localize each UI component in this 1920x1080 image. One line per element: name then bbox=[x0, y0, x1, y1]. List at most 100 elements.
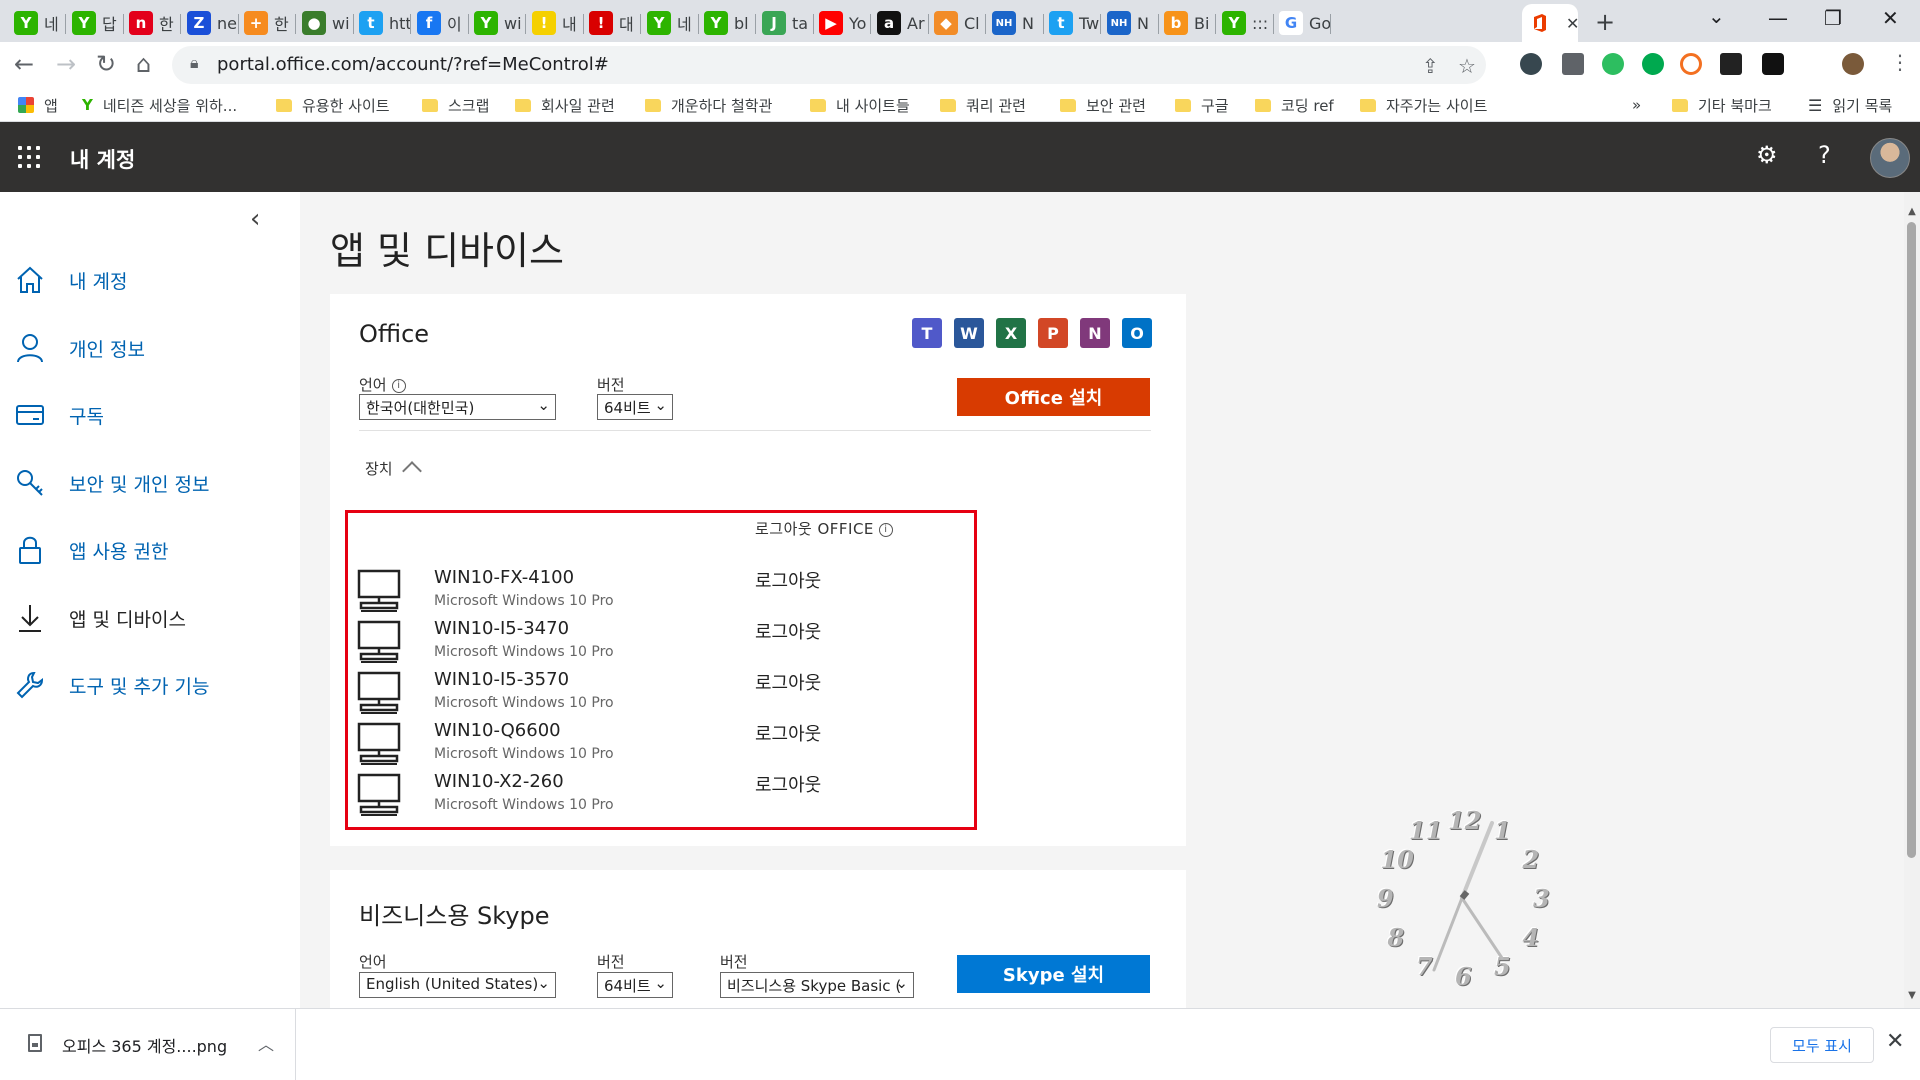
nav-item[interactable]: 구독 bbox=[0, 387, 300, 443]
browser-tab[interactable]: Y네 bbox=[8, 4, 66, 42]
browser-tab[interactable]: NH N bbox=[986, 4, 1044, 42]
browser-tab[interactable]: f이 bbox=[411, 4, 469, 42]
word-icon: W bbox=[954, 318, 984, 348]
nav-item[interactable]: 앱 사용 권한 bbox=[0, 522, 300, 578]
bookmark-item[interactable]: 쿼리 관련 bbox=[940, 94, 1026, 116]
extension-green-icon[interactable] bbox=[1642, 53, 1664, 75]
skype-install-button[interactable]: Skype 설치 bbox=[957, 955, 1150, 993]
scroll-down-icon[interactable]: ▼ bbox=[1904, 990, 1920, 1001]
close-download-bar-icon[interactable]: ✕ bbox=[1886, 1029, 1904, 1054]
browser-tab[interactable]: Y::: bbox=[1216, 4, 1274, 42]
extension-binary-icon[interactable] bbox=[1720, 53, 1742, 75]
tab-office-active[interactable]: ✕ bbox=[1522, 4, 1578, 42]
signout-link[interactable]: 로그아웃 bbox=[755, 669, 821, 695]
url-text[interactable]: portal.office.com/account/?ref=MeControl… bbox=[217, 54, 609, 75]
info-icon[interactable]: i bbox=[878, 523, 893, 537]
nav-item[interactable]: 내 계정 bbox=[0, 252, 300, 308]
extension-e-icon[interactable] bbox=[1520, 53, 1542, 75]
scrollbar-thumb[interactable] bbox=[1907, 222, 1916, 858]
devices-toggle[interactable]: 장치 bbox=[365, 458, 422, 481]
extension-shield-icon[interactable] bbox=[1762, 53, 1784, 75]
browser-tab[interactable]: + 한 bbox=[238, 4, 296, 42]
download-item[interactable]: 오피스 365 계정....png ︿ bbox=[0, 1009, 296, 1080]
office-version-select[interactable]: 64비트 ⌄ bbox=[597, 394, 673, 420]
browser-tab[interactable]: NH N bbox=[1101, 4, 1159, 42]
browser-tab[interactable]: ! 내 bbox=[526, 4, 584, 42]
header-title[interactable]: 내 계정 bbox=[70, 144, 135, 174]
browser-tab[interactable]: Ybl bbox=[698, 4, 756, 42]
skype-version-select[interactable]: 64비트 ⌄ bbox=[597, 972, 673, 998]
bookmark-item[interactable]: 내 사이트들 bbox=[810, 94, 910, 116]
browser-tab[interactable]: G Go bbox=[1273, 4, 1331, 42]
menu-kebab-icon[interactable]: ⋮ bbox=[1890, 50, 1910, 74]
nav-item[interactable]: 도구 및 추가 기능 bbox=[0, 657, 300, 713]
info-icon[interactable]: i bbox=[391, 379, 406, 393]
forward-button[interactable]: → bbox=[56, 50, 76, 78]
bookmark-star-icon[interactable]: ☆ bbox=[1458, 54, 1476, 78]
scroll-up-icon[interactable]: ▲ bbox=[1904, 206, 1920, 217]
new-tab-button[interactable]: + bbox=[1595, 8, 1615, 36]
bookmark-item[interactable]: 구글 bbox=[1175, 94, 1229, 116]
download-file-name[interactable]: 오피스 365 계정....png bbox=[62, 1033, 227, 1057]
bookmark-item[interactable]: 개운하다 철학관 bbox=[645, 94, 772, 116]
browser-tab[interactable]: t Tw bbox=[1043, 4, 1101, 42]
chevron-up-icon[interactable]: ︿ bbox=[258, 1031, 274, 1055]
signout-link[interactable]: 로그아웃 bbox=[755, 618, 821, 644]
office-language-select[interactable]: 한국어(대한민국) ⌄ bbox=[359, 394, 556, 420]
show-all-downloads-button[interactable]: 모두 표시 bbox=[1770, 1027, 1874, 1063]
lock-icon[interactable]: 🔒︎ bbox=[190, 53, 199, 73]
bookmarks-overflow[interactable]: » bbox=[1632, 94, 1641, 116]
extension-reader-icon[interactable] bbox=[1562, 53, 1584, 75]
nav-item[interactable]: 개인 정보 bbox=[0, 320, 300, 376]
bookmark-item[interactable]: 보안 관련 bbox=[1060, 94, 1146, 116]
profile-avatar[interactable] bbox=[1842, 53, 1864, 75]
office-install-button[interactable]: Office 설치 bbox=[957, 378, 1150, 416]
signout-link[interactable]: 로그아웃 bbox=[755, 720, 821, 746]
nav-item[interactable]: 보안 및 개인 정보 bbox=[0, 455, 300, 511]
browser-tab[interactable]: Jta bbox=[756, 4, 814, 42]
browser-tab[interactable]: t htt bbox=[353, 4, 411, 42]
browser-tab[interactable]: ● wi bbox=[296, 4, 354, 42]
chevron-left-icon[interactable]: ‹ bbox=[250, 204, 260, 234]
evernote-icon[interactable] bbox=[1602, 53, 1624, 75]
skype-language-select[interactable]: English (United States) ⌄ bbox=[359, 972, 556, 998]
gear-icon[interactable]: ⚙ bbox=[1756, 141, 1778, 169]
maximize-button[interactable]: ❐ bbox=[1824, 6, 1842, 30]
browser-tab[interactable]: a Ar bbox=[871, 4, 929, 42]
browser-tab[interactable]: ◆ Cl bbox=[928, 4, 986, 42]
signout-link[interactable]: 로그아웃 bbox=[755, 771, 821, 797]
reload-button[interactable]: ↻ bbox=[96, 50, 116, 78]
extension-orange-icon[interactable] bbox=[1680, 53, 1702, 75]
browser-tab[interactable]: Y답 bbox=[66, 4, 124, 42]
user-avatar[interactable] bbox=[1870, 138, 1910, 178]
nav-item[interactable]: 앱 및 디바이스 bbox=[0, 590, 300, 646]
browser-tab[interactable]: Ywi bbox=[468, 4, 526, 42]
browser-tab[interactable]: b Bi bbox=[1158, 4, 1216, 42]
browser-tab[interactable]: n한 bbox=[123, 4, 181, 42]
address-bar[interactable]: 🔒︎ portal.office.com/account/?ref=MeCont… bbox=[172, 46, 1486, 84]
browser-tab[interactable]: Zne bbox=[181, 4, 239, 42]
browser-tab[interactable]: Y네 bbox=[641, 4, 699, 42]
bookmark-item[interactable]: 자주가는 사이트 bbox=[1360, 94, 1487, 116]
tab-close-icon[interactable]: ✕ bbox=[1566, 14, 1578, 33]
minimize-button[interactable]: — bbox=[1768, 6, 1788, 30]
help-icon[interactable]: ? bbox=[1818, 141, 1831, 169]
signout-link[interactable]: 로그아웃 bbox=[755, 567, 821, 593]
share-icon[interactable]: ⇪ bbox=[1422, 54, 1439, 78]
close-window-button[interactable]: ✕ bbox=[1882, 6, 1899, 30]
bookmark-item[interactable]: 코딩 ref bbox=[1255, 94, 1334, 116]
bookmark-item[interactable]: 유용한 사이트 bbox=[276, 94, 390, 116]
back-button[interactable]: ← bbox=[14, 50, 34, 78]
bookmark-item[interactable]: 스크랩 bbox=[422, 94, 489, 116]
other-bookmarks[interactable]: 기타 북마크 bbox=[1672, 94, 1772, 116]
bookmark-item[interactable]: 앱 bbox=[18, 94, 58, 116]
skype-edition-select[interactable]: 비즈니스용 Skype Basic ( ⌄ bbox=[720, 972, 914, 998]
reading-list[interactable]: ☰ 읽기 목록 bbox=[1808, 94, 1892, 116]
app-launcher-icon[interactable] bbox=[18, 146, 40, 168]
home-button[interactable]: ⌂ bbox=[136, 50, 151, 78]
bookmark-item[interactable]: Y 네티즌 세상을 위하... bbox=[82, 94, 237, 116]
browser-tab[interactable]: ! 대 bbox=[583, 4, 641, 42]
browser-tab[interactable]: ▶ Yo bbox=[813, 4, 871, 42]
bookmark-item[interactable]: 회사일 관련 bbox=[515, 94, 615, 116]
tab-search-icon[interactable]: ⌄ bbox=[1708, 4, 1725, 28]
